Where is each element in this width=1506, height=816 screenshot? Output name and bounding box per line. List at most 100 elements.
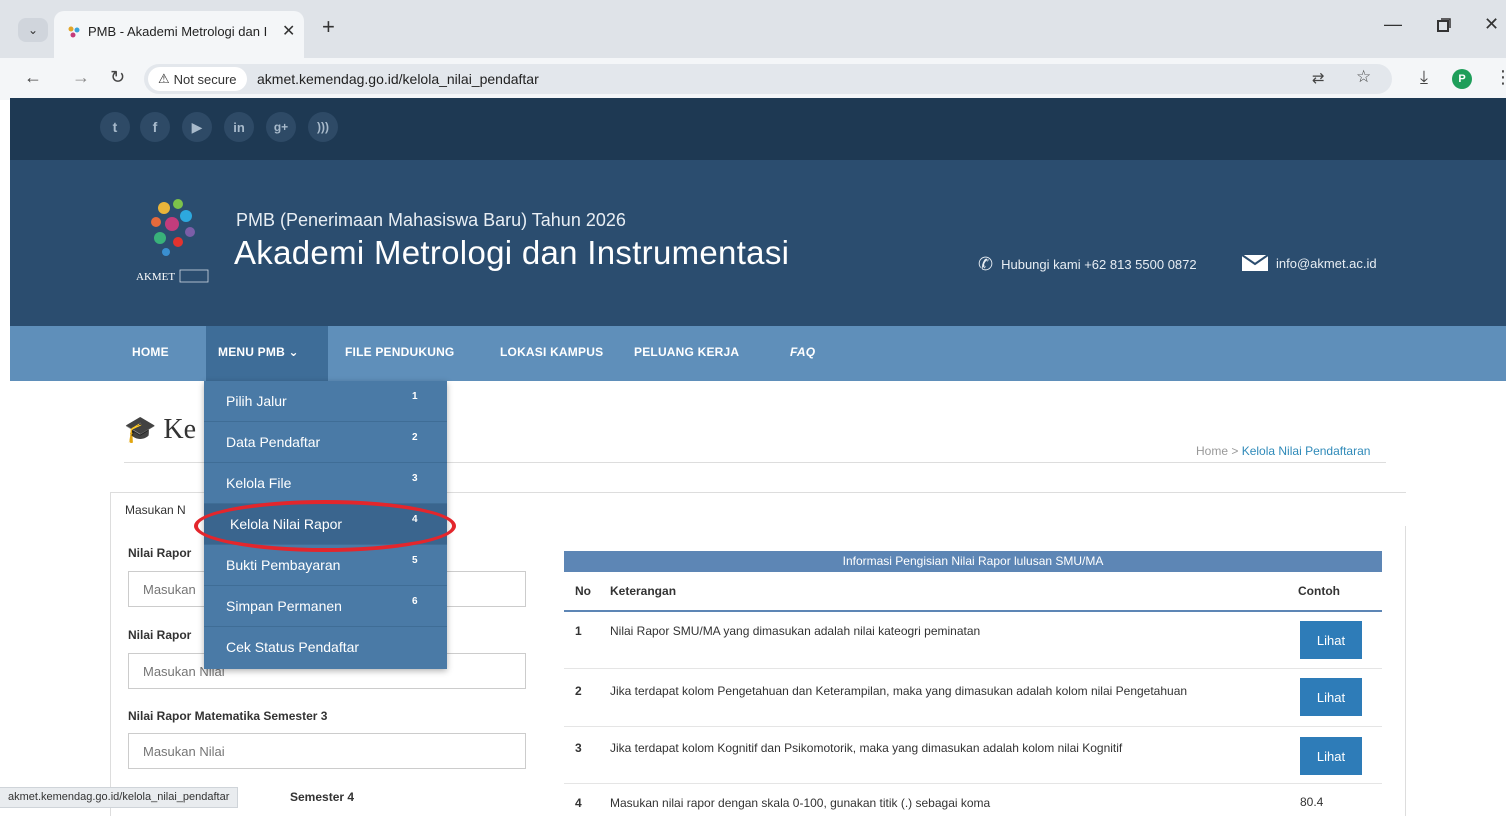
site-header: AKMET PMB (Penerimaan Mahasiswa Baru) Ta… [10,160,1506,326]
facebook-icon[interactable]: f [140,112,170,142]
label-nilai-rapor-4: Semester 4 [290,790,355,804]
social-bar: t f ▶ in g+ ))) [10,98,1506,160]
chevron-down-icon: ⌄ [288,345,299,359]
restore-icon[interactable] [1437,18,1451,32]
close-window-icon[interactable]: ✕ [1484,14,1499,35]
row-3-text: Jika terdapat kolom Kognitif dan Psikomo… [610,741,1123,755]
row-2-no: 2 [575,684,582,698]
new-tab-button[interactable]: + [322,14,335,40]
info-table-title: Informasi Pengisian Nilai Rapor lulusan … [564,551,1382,572]
browser-tab-strip: ⌄ PMB - Akademi Metrologi dan I ✕ + — ✕ [0,0,1506,58]
back-icon[interactable]: ← [24,67,42,88]
dropdown-label: Simpan Permanen [226,598,342,614]
row-divider [564,668,1382,669]
table-header-line [564,610,1382,612]
row-divider [564,726,1382,727]
bookmark-star-icon[interactable]: ☆ [1356,67,1371,87]
breadcrumb: Home > Kelola Nilai Pendaftaran [1196,444,1370,458]
dropdown-label: Data Pendaftar [226,434,321,450]
site-title: Akademi Metrologi dan Instrumentasi [234,234,790,271]
lihat-button-3[interactable]: Lihat [1300,737,1362,775]
tab-label: Masukan N [125,503,186,517]
row-4-text: Masukan nilai rapor dengan skala 0-100, … [610,796,991,810]
nav-menu-pmb-label: MENU PMB [218,345,285,359]
row-1-no: 1 [575,624,582,638]
dropdown-number: 2 [412,432,418,443]
twitter-icon[interactable]: t [100,112,130,142]
lihat-button-1[interactable]: Lihat [1300,621,1362,659]
dropdown-item-pilih-jalur[interactable]: Pilih Jalur 1 [204,381,447,422]
row-3-no: 3 [575,741,582,755]
browser-tab[interactable]: PMB - Akademi Metrologi dan I ✕ [54,11,304,58]
dropdown-number: 3 [412,473,418,484]
reload-icon[interactable]: ↻ [110,67,125,88]
link-status-bar: akmet.kemendag.go.id/kelola_nilai_pendaf… [0,787,239,808]
tab-close-icon[interactable]: ✕ [282,21,295,41]
tab-title: PMB - Akademi Metrologi dan I [88,24,268,39]
nav-lokasi-kampus[interactable]: LOKASI KAMPUS [500,345,603,359]
label-nilai-rapor-1: Nilai Rapor [128,546,192,560]
row-1-text: Nilai Rapor SMU/MA yang dimasukan adalah… [610,624,981,638]
nav-file-pendukung[interactable]: FILE PENDUKUNG [345,345,454,359]
dropdown-item-kelola-file[interactable]: Kelola File 3 [204,463,447,504]
row-2-text: Jika terdapat kolom Pengetahuan dan Kete… [610,684,1188,698]
contact-phone[interactable]: ✆ Hubungi kami +62 813 5500 0872 [978,254,1197,275]
nav-home[interactable]: HOME [132,345,169,359]
dropdown-label: Cek Status Pendaftar [226,639,360,655]
tab-search-button[interactable]: ⌄ [18,18,48,42]
rss-icon[interactable]: ))) [308,112,338,142]
phone-icon: ✆ [978,254,994,274]
label-nilai-rapor-2: Nilai Rapor [128,628,192,642]
dropdown-number: 6 [412,596,418,607]
nav-faq[interactable]: FAQ [790,345,815,359]
main-nav: HOME MENU PMB ⌄ FILE PENDUKUNG LOKASI KA… [10,326,1506,381]
url-text[interactable]: akmet.kemendag.go.id/kelola_nilai_pendaf… [257,71,539,87]
warning-icon: ⚠ [158,71,170,86]
dropdown-item-data-pendaftar[interactable]: Data Pendaftar 2 [204,422,447,463]
dropdown-label: Kelola File [226,475,292,491]
page-title-left: Ke [163,414,197,445]
profile-avatar[interactable]: P [1452,69,1472,89]
dropdown-item-cek-status-pendaftar[interactable]: Cek Status Pendaftar [204,627,447,668]
col-header-keterangan: Keterangan [610,584,677,598]
envelope-icon [1242,254,1268,271]
row-4-example-value: 80.4 [1300,795,1324,809]
forward-icon[interactable]: → [72,67,90,88]
site-subtitle: PMB (Penerimaan Mahasiswa Baru) Tahun 20… [236,210,626,230]
translate-icon[interactable]: ⇄ [1312,69,1325,87]
site-favicon-icon [68,26,80,38]
kebab-menu-icon[interactable]: ⋮ [1494,67,1506,88]
browser-toolbar: ← → ↻ ⚠ Not secure akmet.kemendag.go.id/… [0,58,1506,100]
dropdown-number: 5 [412,555,418,566]
dropdown-item-simpan-permanen[interactable]: Simpan Permanen 6 [204,586,447,627]
row-divider [564,783,1382,784]
graduation-cap-icon: 🎓 [124,415,157,444]
col-header-contoh: Contoh [1298,584,1340,598]
dropdown-label: Pilih Jalur [226,393,287,409]
logo-text: AKMET [136,271,175,283]
nav-menu-pmb[interactable]: MENU PMB ⌄ [218,345,299,359]
breadcrumb-current: Kelola Nilai Pendaftaran [1241,444,1371,458]
linkedin-icon[interactable]: in [224,112,254,142]
breadcrumb-separator: > [1228,444,1242,458]
dropdown-label: Bukti Pembayaran [226,557,341,573]
email-text: info@akmet.ac.id [1276,255,1377,271]
security-chip[interactable]: ⚠ Not secure [148,67,247,91]
address-bar[interactable]: ⚠ Not secure akmet.kemendag.go.id/kelola… [144,64,1392,94]
col-header-no: No [575,584,591,598]
download-icon[interactable]: ⤓ [1420,67,1428,88]
nilai-input-3[interactable] [128,733,526,769]
chevron-down-icon: ⌄ [27,23,39,37]
breadcrumb-home[interactable]: Home [1196,444,1228,458]
contact-email[interactable]: info@akmet.ac.id [1242,254,1377,272]
lihat-button-2[interactable]: Lihat [1300,678,1362,716]
security-label: Not secure [173,71,237,87]
label-nilai-rapor-3: Nilai Rapor Matematika Semester 3 [128,709,328,723]
akmet-logo[interactable]: AKMET [134,190,212,290]
minimize-icon[interactable]: — [1384,14,1402,35]
google-plus-icon[interactable]: g+ [266,112,296,142]
highlight-ellipse-annotation [194,500,456,552]
phone-text: Hubungi kami +62 813 5500 0872 [1001,257,1197,272]
nav-peluang-kerja[interactable]: PELUANG KERJA [634,345,739,359]
youtube-icon[interactable]: ▶ [182,112,212,142]
